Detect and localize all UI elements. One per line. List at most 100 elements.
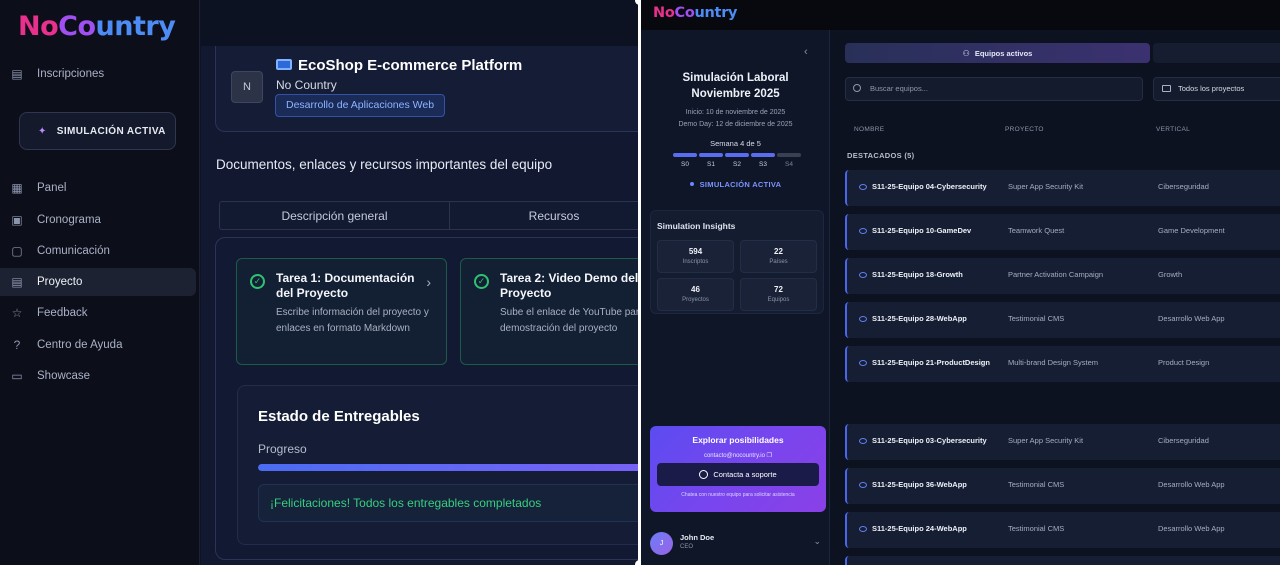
sidebar-item-label: Cronograma [37, 214, 101, 226]
table-row[interactable]: S11-25-Equipo 21-ProductDesign Multi-bran… [845, 346, 1280, 382]
users-icon: ⚇ [962, 48, 970, 58]
week-bar [777, 153, 801, 157]
logo-part-co: Co [58, 11, 96, 42]
sidebar-item-label: Proyecto [37, 276, 83, 288]
simulation-active-button[interactable]: ✦ SIMULACIÓN ACTIVA [19, 112, 176, 150]
whatsapp-icon [699, 470, 709, 479]
stat-value: 46 [691, 285, 700, 294]
team-vertical: Desarrollo Web App [1158, 314, 1225, 323]
task-description: Escribe información del proyecto y enlac… [276, 307, 429, 334]
team-project: Super App Security Kit [1008, 436, 1084, 445]
sidebar-item-proyecto[interactable]: ▤ Proyecto [0, 268, 196, 296]
copy-icon[interactable]: ❐ [767, 453, 772, 459]
stat-label: Proyectos [682, 297, 709, 303]
table-row[interactable] [845, 556, 1280, 565]
column-header-vertical[interactable]: VERTICAL [1156, 126, 1190, 133]
team-name: S11-25-Equipo 10-GameDev [872, 226, 972, 235]
sidebar-item-feedback[interactable]: ☆ Feedback [0, 299, 196, 327]
tab-recursos[interactable]: Recursos [450, 201, 638, 230]
stat-label: Países [769, 259, 788, 265]
nocountry-logo[interactable]: NoCountry [18, 11, 176, 42]
folder-icon [1162, 85, 1171, 92]
week-bar [751, 153, 775, 157]
tab-equipos-activos[interactable]: ⚇ Equipos activos [845, 43, 1150, 63]
week-label: S2 [733, 161, 741, 168]
table-row[interactable]: S11-25-Equipo 04-Cybersecurity Super App … [845, 170, 1280, 206]
sidebar-item-label: Comunicación [37, 245, 110, 257]
eye-icon[interactable] [859, 272, 867, 278]
table-row[interactable]: S11-25-Equipo 28-WebApp Testimonial CMS De… [845, 302, 1280, 338]
table-row[interactable]: S11-25-Equipo 24-WebApp Testimonial CMS De… [845, 512, 1280, 548]
simulation-title-line1: Simulación Laboral [682, 72, 789, 84]
nocountry-logo[interactable]: NoCountry [653, 5, 738, 21]
support-note: Chatea con nuestro equipo para solicitar… [681, 492, 795, 498]
sidebar-item-centro-de-ayuda[interactable]: ? Centro de Ayuda [0, 331, 196, 359]
avatar: J [650, 532, 673, 555]
eye-icon[interactable] [859, 228, 867, 234]
eye-icon[interactable] [859, 482, 867, 488]
eye-icon[interactable] [859, 438, 867, 444]
demo-day-date: Demo Day: 12 de diciembre de 2025 [678, 121, 793, 128]
explore-title: Explorar posibilidades [692, 435, 784, 445]
team-project: Testimonial CMS [1008, 524, 1065, 533]
project-title: EcoShop E-commerce Platform [276, 57, 522, 74]
eye-icon[interactable] [859, 316, 867, 322]
laptop-icon [276, 59, 292, 70]
table-row[interactable]: S11-25-Equipo 18-Growth Partner Activatio… [845, 258, 1280, 294]
team-vertical: Ciberseguridad [1158, 436, 1209, 445]
eye-icon[interactable] [859, 184, 867, 190]
split-screenshot: NoCountry ▤ Inscripciones ✦ SIMULACIÓN A… [0, 0, 1280, 565]
team-name: S11-25-Equipo 36-WebApp [872, 480, 967, 489]
right-sidebar: ‹ Simulación Laboral Noviembre 2025 Inic… [641, 30, 830, 565]
week-step: S1 [699, 153, 723, 168]
search-icon [853, 84, 861, 92]
task-title: Tarea 2: Video Demo del Proyecto [500, 271, 638, 300]
eye-icon[interactable] [859, 526, 867, 532]
column-header-nombre[interactable]: NOMBRE [854, 126, 884, 133]
task-card-video-demo[interactable]: ✓ Tarea 2: Video Demo del Proyecto Sube … [460, 258, 638, 365]
chevron-right-icon: › [426, 274, 431, 290]
column-header-proyecto[interactable]: PROYECTO [1005, 126, 1044, 133]
document-icon: ▤ [11, 275, 23, 289]
table-row[interactable]: S11-25-Equipo 36-WebApp Testimonial CMS De… [845, 468, 1280, 504]
sidebar-item-showcase[interactable]: ▭ Showcase [0, 362, 196, 390]
logo-part-no: No [18, 11, 59, 42]
project-filter-select[interactable]: Todos los proyectos [1153, 77, 1280, 101]
search-input[interactable]: Buscar equipos... [845, 77, 1143, 101]
contact-email[interactable]: contacto@nocountry.io ❐ [650, 452, 826, 459]
project-organization: No Country [276, 78, 337, 92]
deliverables-status-card: Estado de Entregables Progreso ¡Felicita… [237, 385, 638, 545]
sidebar-item-comunicacion[interactable]: ▢ Comunicación [0, 237, 196, 265]
table-row[interactable]: S11-25-Equipo 03-Cybersecurity Super App … [845, 424, 1280, 460]
check-circle-icon: ✓ [250, 274, 265, 289]
tab-secondary[interactable] [1153, 43, 1280, 63]
sidebar-item-inscripciones[interactable]: ▤ Inscripciones [0, 60, 196, 88]
week-step: S2 [725, 153, 749, 168]
documents-heading: Documentos, enlaces y recursos important… [216, 157, 553, 172]
team-vertical: Game Development [1158, 226, 1225, 235]
collapse-sidebar-icon[interactable]: ‹ [804, 46, 808, 58]
sidebar-item-panel[interactable]: ▦ Panel [0, 174, 196, 202]
stat-label: Inscriptos [682, 259, 709, 265]
eye-icon[interactable] [859, 360, 867, 366]
contact-support-button[interactable]: Contacta a soporte [657, 463, 819, 486]
sidebar-item-label: Feedback [37, 307, 88, 319]
grid-icon: ▦ [11, 181, 23, 195]
week-label: S3 [759, 161, 767, 168]
table-row[interactable]: S11-25-Equipo 10-GameDev Teamwork Quest Ga… [845, 214, 1280, 250]
sidebar-item-cronograma[interactable]: ▣ Cronograma [0, 206, 196, 234]
tab-descripcion-general[interactable]: Descripción general [219, 201, 450, 230]
week-progress: S0 S1 S2 S3 S4 [673, 153, 801, 168]
project-title-text: EcoShop E-commerce Platform [298, 57, 523, 74]
insights-title: Simulation Insights [657, 221, 736, 231]
task-card-documentation[interactable]: ✓ Tarea 1: Documentación del Proyecto Es… [236, 258, 447, 365]
simulation-active-label: SIMULACIÓN ACTIVA [56, 125, 166, 137]
stat-proyectos: 46 Proyectos [657, 278, 734, 311]
sidebar-item-label: Centro de Ayuda [37, 339, 123, 351]
clipboard-icon: ▤ [11, 67, 23, 81]
team-project: Testimonial CMS [1008, 480, 1065, 489]
filter-label: Todos los proyectos [1178, 84, 1245, 93]
team-name: S11-25-Equipo 28-WebApp [872, 314, 967, 323]
user-profile[interactable]: J John Doe CEO ⌄ [650, 530, 826, 558]
team-name: S11-25-Equipo 24-WebApp [872, 524, 967, 533]
